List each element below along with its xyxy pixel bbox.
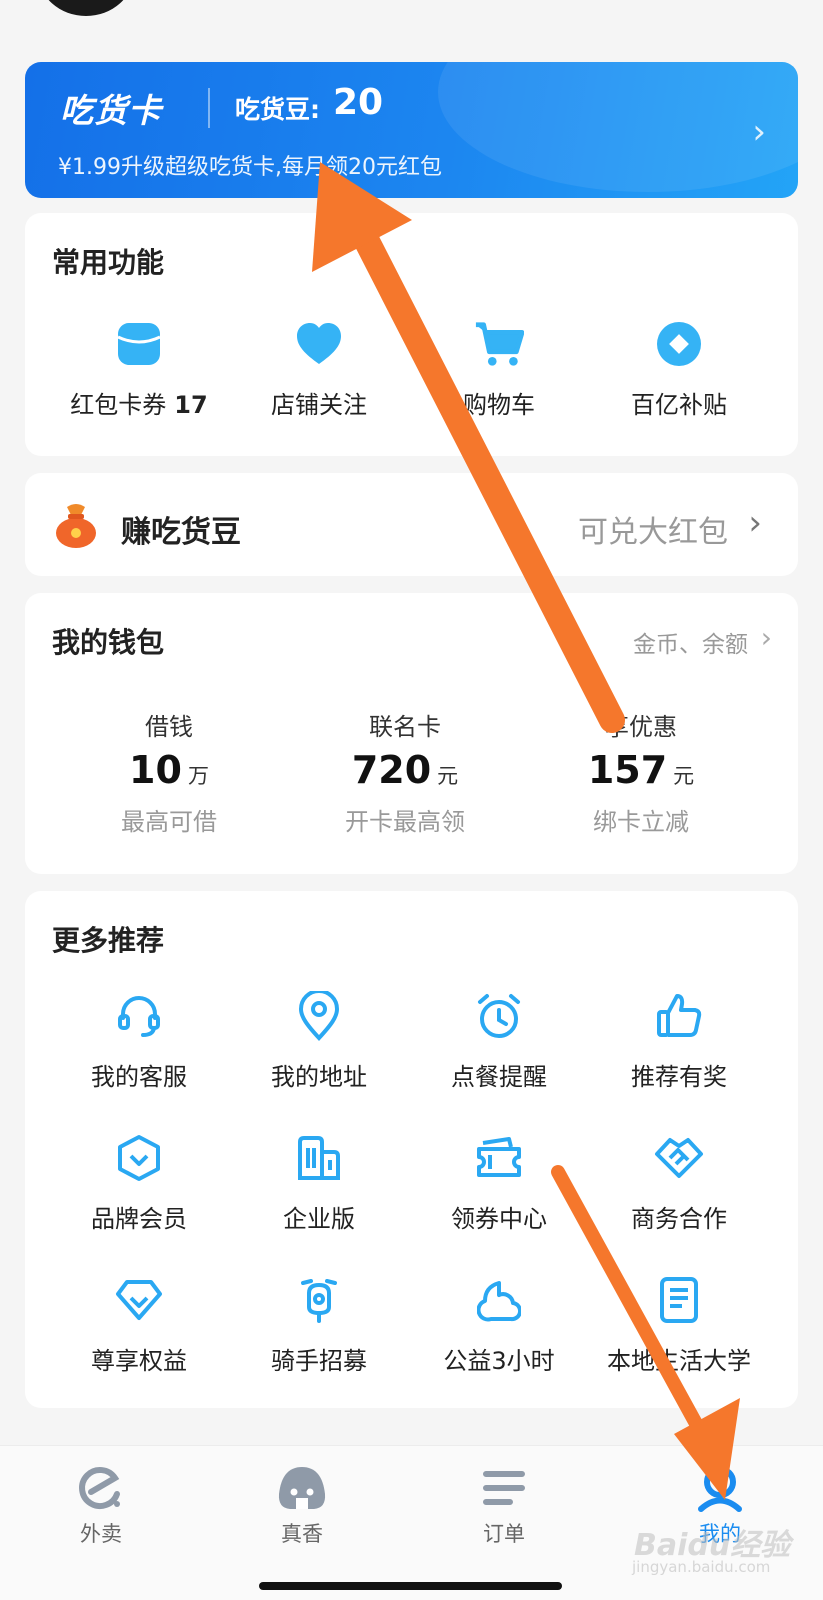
item-label: 我的地址 (271, 1063, 367, 1091)
wallet-item-cobrand-card[interactable]: 联名卡 720 元 开卡最高领 (287, 707, 523, 837)
lucky-bag-icon (53, 501, 99, 549)
more-item-charity[interactable]: 公益3小时 (409, 1275, 589, 1376)
diamond-icon (114, 1275, 164, 1325)
wallet-value: 720 (351, 748, 432, 792)
wallet-coins-balance-link[interactable]: 金币、余额 (633, 625, 748, 659)
more-item-customer-service[interactable]: 我的客服 (49, 991, 229, 1092)
document-icon (654, 1275, 704, 1325)
tab-zhenxiang[interactable]: 真香 (242, 1462, 362, 1548)
foodie-card-banner[interactable]: 吃货卡 吃货豆: 20 ¥1.99升级超级吃货卡,每月领20元红包 › (25, 62, 798, 198)
beans-value: 20 (333, 82, 384, 123)
more-item-brand-member[interactable]: 品牌会员 (49, 1133, 229, 1234)
more-item-business-cooperation[interactable]: 商务合作 (589, 1133, 769, 1234)
common-functions-card: 常用功能 红包卡券 17 店铺关注 购物车 百亿补贴 (25, 213, 798, 456)
list-icon (476, 1462, 532, 1514)
more-item-coupon-center[interactable]: 领券中心 (409, 1133, 589, 1234)
more-recommendations-card: 更多推荐 我的客服 我的地址 点餐提醒 推荐有奖 品牌会员 企业版 领券中心 商… (25, 891, 798, 1408)
wallet-unit: 元 (673, 764, 695, 788)
item-label: 领券中心 (451, 1205, 547, 1233)
item-label: 骑手招募 (271, 1347, 367, 1375)
banner-decoration (438, 62, 798, 192)
item-label: 品牌会员 (91, 1205, 187, 1233)
item-label: 点餐提醒 (451, 1063, 547, 1091)
tab-label: 订单 (483, 1522, 525, 1546)
banner-subtitle: ¥1.99升级超级吃货卡,每月领20元红包 (58, 155, 442, 180)
earn-title: 赚吃货豆 (121, 515, 241, 550)
item-label: 百亿补贴 (631, 391, 727, 419)
riceball-icon (274, 1462, 330, 1514)
brand-shield-icon (114, 1133, 164, 1183)
wallet-label: 享优惠 (605, 713, 677, 741)
headset-icon (114, 991, 164, 1041)
tab-label: 外卖 (80, 1522, 122, 1546)
wallet-card: 我的钱包 金币、余额 › 借钱 10 万 最高可借 联名卡 720 元 开卡最高领 … (25, 593, 798, 874)
item-label: 推荐有奖 (631, 1063, 727, 1091)
item-label: 尊享权益 (91, 1347, 187, 1375)
cart-icon (474, 319, 524, 369)
watermark-url: jingyan.baidu.com (632, 1558, 771, 1576)
section-title: 我的钱包 (52, 626, 165, 659)
section-title: 常用功能 (52, 246, 165, 279)
scooter-icon (294, 1275, 344, 1325)
more-item-address[interactable]: 我的地址 (229, 991, 409, 1092)
banner-divider (208, 88, 210, 128)
alarm-clock-icon (474, 991, 524, 1041)
item-label: 购物车 (463, 391, 535, 419)
wallet-sub: 绑卡立减 (593, 808, 689, 836)
wallet-value: 10 (129, 748, 182, 792)
common-item-cart[interactable]: 购物车 (409, 319, 589, 420)
thumbs-up-icon (654, 991, 704, 1041)
more-item-enterprise[interactable]: 企业版 (229, 1133, 409, 1234)
chevron-right-icon: › (752, 112, 766, 152)
more-item-referral-reward[interactable]: 推荐有奖 (589, 991, 769, 1092)
wallet-unit: 万 (187, 764, 209, 788)
wallet-sub: 最高可借 (121, 808, 217, 836)
cloud-heart-icon (474, 1275, 524, 1325)
building-icon (294, 1133, 344, 1183)
wallet-item-loan[interactable]: 借钱 10 万 最高可借 (51, 707, 287, 837)
coupon-count: 17 (174, 391, 208, 419)
avatar[interactable] (38, 0, 134, 16)
tab-orders[interactable]: 订单 (444, 1462, 564, 1548)
more-item-local-life-university[interactable]: 本地生活大学 (589, 1275, 769, 1376)
wallet-label: 借钱 (145, 713, 193, 741)
earn-beans-row[interactable]: 赚吃货豆 可兑大红包 › (25, 473, 798, 576)
eleme-icon (73, 1462, 129, 1514)
more-item-order-reminder[interactable]: 点餐提醒 (409, 991, 589, 1092)
wallet-label: 联名卡 (369, 713, 441, 741)
earn-hint: 可兑大红包 (578, 515, 728, 550)
common-item-subsidy[interactable]: 百亿补贴 (589, 319, 769, 420)
subsidy-icon (654, 319, 704, 369)
section-title: 更多推荐 (52, 924, 165, 957)
item-label: 商务合作 (631, 1205, 727, 1233)
beans-label: 吃货豆: (235, 95, 320, 124)
ticket-icon (474, 1133, 524, 1183)
wallet-item-discount[interactable]: 享优惠 157 元 绑卡立减 (523, 707, 759, 837)
item-label: 本地生活大学 (607, 1347, 751, 1375)
item-label: 我的客服 (91, 1063, 187, 1091)
tab-label: 真香 (281, 1522, 323, 1546)
more-item-exclusive-benefits[interactable]: 尊享权益 (49, 1275, 229, 1376)
item-label: 红包卡券 (70, 391, 167, 419)
chevron-right-icon: › (760, 621, 772, 654)
location-pin-icon (294, 991, 344, 1041)
item-label: 公益3小时 (443, 1347, 555, 1375)
wallet-value: 157 (587, 748, 668, 792)
wallet-unit: 元 (437, 764, 459, 788)
wallet-sub: 开卡最高领 (345, 808, 465, 836)
tab-takeout[interactable]: 外卖 (41, 1462, 161, 1548)
more-item-rider-recruitment[interactable]: 骑手招募 (229, 1275, 409, 1376)
home-indicator (259, 1582, 562, 1590)
coupon-icon (114, 319, 164, 369)
handshake-icon (654, 1133, 704, 1183)
item-label: 店铺关注 (271, 391, 367, 419)
person-icon (692, 1462, 748, 1514)
item-label: 企业版 (283, 1205, 355, 1233)
banner-title: 吃货卡 (60, 91, 162, 130)
heart-icon (294, 319, 344, 369)
common-item-coupons[interactable]: 红包卡券 17 (49, 319, 229, 420)
chevron-right-icon: › (748, 503, 762, 543)
common-item-followed-shops[interactable]: 店铺关注 (229, 319, 409, 420)
